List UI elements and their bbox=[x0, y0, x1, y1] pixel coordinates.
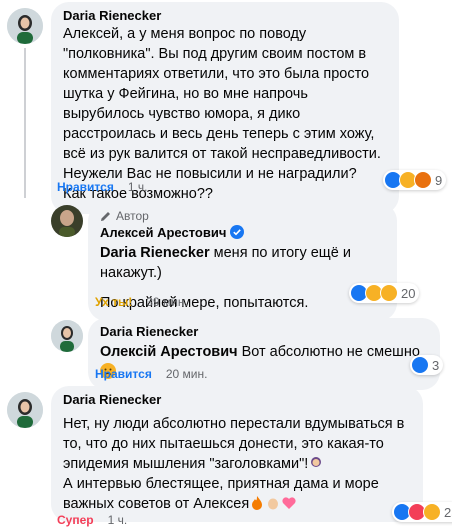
comment-meta: Нравится 20 мин. bbox=[95, 367, 207, 381]
like-icon bbox=[411, 356, 429, 374]
avatar[interactable] bbox=[51, 205, 83, 237]
angry-icon bbox=[414, 171, 432, 189]
wow-icon bbox=[380, 284, 398, 302]
react-button[interactable]: Нравится bbox=[95, 367, 152, 381]
pencil-icon bbox=[101, 212, 110, 221]
reaction-count: 20 bbox=[401, 285, 416, 301]
author-badge: Автор bbox=[100, 209, 385, 223]
timestamp[interactable]: 39 мин. bbox=[146, 295, 188, 309]
comment-meta: Нравится 1 ч. bbox=[57, 180, 147, 194]
verified-icon bbox=[230, 225, 245, 239]
woman-facepalm-icon bbox=[311, 457, 322, 467]
fire-icon bbox=[252, 496, 263, 510]
avatar[interactable] bbox=[7, 392, 43, 428]
timestamp[interactable]: 20 мин. bbox=[166, 367, 208, 381]
avatar[interactable] bbox=[7, 8, 43, 44]
thread-line bbox=[24, 48, 26, 198]
comment-text: А интервью блестящее, приятная дама и мо… bbox=[63, 476, 379, 512]
comment-meta: Ух ты! 39 мин. bbox=[95, 295, 188, 309]
comment-text: Алексей, а у меня вопрос по поводу "полк… bbox=[63, 26, 381, 202]
reaction-count: 3 bbox=[432, 357, 440, 373]
comment-author[interactable]: Daria Rienecker bbox=[63, 392, 411, 408]
reaction-count: 9 bbox=[435, 172, 443, 188]
comment-author[interactable]: Алексей Арестович bbox=[100, 225, 385, 241]
comment-bubble: Daria Rienecker Нет, ну люди абсолютно п… bbox=[51, 386, 423, 522]
react-button[interactable]: Ух ты! bbox=[95, 295, 132, 309]
haha-icon bbox=[423, 503, 441, 521]
clapping-hands-icon bbox=[268, 498, 279, 510]
react-button[interactable]: Нравится bbox=[57, 180, 114, 194]
heart-icon bbox=[282, 497, 296, 509]
timestamp[interactable]: 1 ч. bbox=[128, 180, 148, 194]
reaction-summary[interactable]: 20 bbox=[349, 283, 420, 303]
comment-text: Daria Rienecker меня по итогу ещё и нака… bbox=[100, 245, 351, 281]
mention-link[interactable]: Олексій Арестович bbox=[100, 344, 238, 360]
avatar[interactable] bbox=[51, 320, 83, 352]
comment-meta: Супер 1 ч. bbox=[57, 513, 127, 527]
reaction-summary[interactable]: 3 bbox=[410, 355, 444, 375]
react-button[interactable]: Супер bbox=[57, 513, 94, 527]
comment-text: Нет, ну люди абсолютно перестали вдумыва… bbox=[63, 416, 405, 472]
timestamp[interactable]: 1 ч. bbox=[108, 513, 128, 527]
comment-author[interactable]: Daria Rienecker bbox=[100, 324, 428, 340]
reaction-count: 25 bbox=[444, 504, 452, 520]
mention-link[interactable]: Daria Rienecker bbox=[100, 245, 210, 261]
comment-author[interactable]: Daria Rienecker bbox=[63, 8, 387, 24]
reaction-summary[interactable]: 9 bbox=[383, 170, 447, 190]
reaction-summary[interactable]: 25 bbox=[392, 502, 452, 522]
